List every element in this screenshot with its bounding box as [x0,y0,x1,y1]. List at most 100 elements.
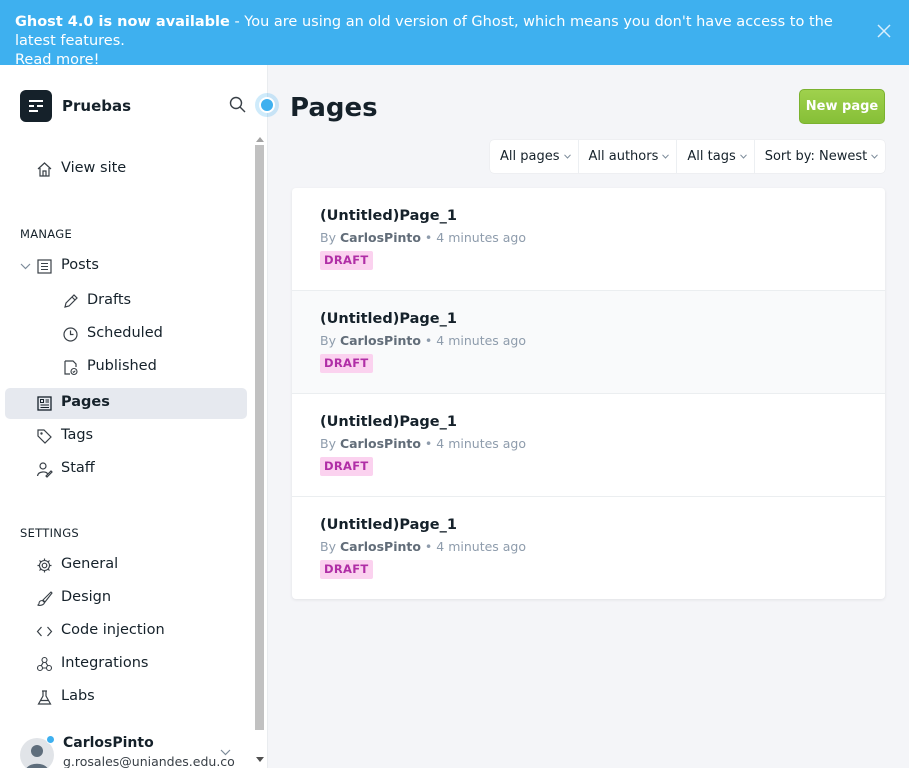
sidebar-item-label: Drafts [87,292,132,308]
sidebar-item-pages[interactable]: Pages [5,388,247,419]
sidebar-item-label: Design [61,589,112,605]
home-icon [37,162,52,177]
sidebar-item-label: General [61,556,119,572]
meta-by: By [320,230,340,245]
flask-icon [37,690,52,705]
close-icon[interactable] [877,24,891,38]
new-page-button[interactable]: New page [799,89,885,124]
sidebar-item-label: Staff [61,460,95,476]
sidebar-item-label: Posts [61,257,99,273]
brand[interactable]: Pruebas [20,90,131,122]
page-row-title: (Untitled)Page_1 [320,208,457,224]
posts-icon [37,259,52,274]
scrollbar-thumb[interactable] [255,145,264,730]
page-row-meta: By CarlosPinto • 4 minutes ago [320,436,526,451]
chevron-down-icon[interactable] [220,748,231,756]
meta-time: • 4 minutes ago [420,539,527,554]
meta-author: CarlosPinto [339,436,421,451]
sidebar-item-label: Published [87,358,157,374]
sidebar-item-code-injection[interactable]: Code injection [5,616,247,647]
brush-icon [37,591,53,606]
user-email: g.rosales@uniandes.edu.co [63,754,235,768]
user-name: CarlosPinto [63,735,154,751]
filter-label: All authors [588,149,659,164]
status-badge: DRAFT [320,560,373,579]
user-menu[interactable]: CarlosPinto g.rosales@uniandes.edu.co [20,735,245,768]
page-row-meta: By CarlosPinto • 4 minutes ago [320,333,526,348]
filter-author-select[interactable]: All authors [579,140,678,173]
sidebar-item-published[interactable]: Published [5,352,247,383]
sidebar: Pruebas View site MANAGE Posts Drafts Sc… [0,65,268,768]
meta-author: CarlosPinto [339,539,421,554]
status-badge: DRAFT [320,251,373,270]
sidebar-item-label: Tags [61,427,94,443]
chevron-down-icon[interactable] [20,262,31,270]
filter-tag-select[interactable]: All tags [677,140,755,173]
settings-section-title: SETTINGS [20,526,80,540]
caret-down-icon [563,154,571,159]
sidebar-item-scheduled[interactable]: Scheduled [5,319,247,350]
banner-headline: Ghost 4.0 is now available [15,14,230,30]
meta-time: • 4 minutes ago [420,230,527,245]
staff-icon [36,462,53,478]
sidebar-item-label: Pages [61,394,110,410]
sidebar-item-posts[interactable]: Posts [5,251,247,282]
sidebar-item-label: Labs [61,688,95,704]
filter-bar: All pages All authors All tags Sort by: … [490,140,886,173]
meta-by: By [320,333,340,348]
scroll-up-arrow-icon[interactable] [256,137,264,142]
onboarding-pulse-icon[interactable] [255,93,279,117]
update-banner: Ghost 4.0 is now available - You are usi… [0,0,909,68]
sidebar-item-drafts[interactable]: Drafts [5,286,247,317]
sidebar-item-label: View site [61,160,127,176]
sidebar-item-general[interactable]: General [5,550,247,581]
search-icon[interactable] [229,96,246,113]
pages-icon [37,396,52,411]
status-dot-icon [46,735,55,744]
table-row[interactable]: (Untitled)Page_1 By CarlosPinto • 4 minu… [292,394,885,497]
pages-list: (Untitled)Page_1 By CarlosPinto • 4 minu… [292,188,885,599]
status-badge: DRAFT [320,457,373,476]
sidebar-scrollbar[interactable] [253,135,265,768]
scroll-down-arrow-icon[interactable] [256,757,264,762]
meta-by: By [320,436,340,451]
filter-label: All pages [500,149,560,164]
sidebar-item-staff[interactable]: Staff [5,454,247,485]
page-row-meta: By CarlosPinto • 4 minutes ago [320,539,526,554]
filter-label: Sort by: Newest [764,149,868,164]
sidebar-item-integrations[interactable]: Integrations [5,649,247,680]
sort-select[interactable]: Sort by: Newest [755,140,886,173]
caret-down-icon [871,154,879,159]
page-row-title: (Untitled)Page_1 [320,311,457,327]
sidebar-item-design[interactable]: Design [5,583,247,614]
page-row-title: (Untitled)Page_1 [320,517,457,533]
page-row-meta: By CarlosPinto • 4 minutes ago [320,230,526,245]
sidebar-item-tags[interactable]: Tags [5,421,247,452]
sidebar-item-label: Code injection [61,622,165,638]
gear-icon [37,558,52,573]
meta-author: CarlosPinto [339,230,421,245]
sidebar-item-labs[interactable]: Labs [5,682,247,713]
page-title: Pages [290,93,378,123]
pencil-icon [64,294,78,308]
brand-logo-icon [20,90,52,122]
table-row[interactable]: (Untitled)Page_1 By CarlosPinto • 4 minu… [292,188,885,291]
meta-time: • 4 minutes ago [420,436,527,451]
sidebar-item-label: Scheduled [87,325,163,341]
filter-label: All tags [687,149,736,164]
table-row[interactable]: (Untitled)Page_1 By CarlosPinto • 4 minu… [292,291,885,394]
filter-type-select[interactable]: All pages [490,140,579,173]
integrations-icon [36,656,53,672]
page-row-title: (Untitled)Page_1 [320,414,457,430]
caret-down-icon [739,154,747,159]
sidebar-item-view-site[interactable]: View site [5,154,247,185]
meta-time: • 4 minutes ago [420,333,527,348]
brand-name: Pruebas [62,97,132,115]
meta-author: CarlosPinto [339,333,421,348]
caret-down-icon [662,154,670,159]
tag-icon [37,429,52,444]
status-badge: DRAFT [320,354,373,373]
table-row[interactable]: (Untitled)Page_1 By CarlosPinto • 4 minu… [292,497,885,599]
code-icon [36,626,53,637]
meta-by: By [320,539,340,554]
